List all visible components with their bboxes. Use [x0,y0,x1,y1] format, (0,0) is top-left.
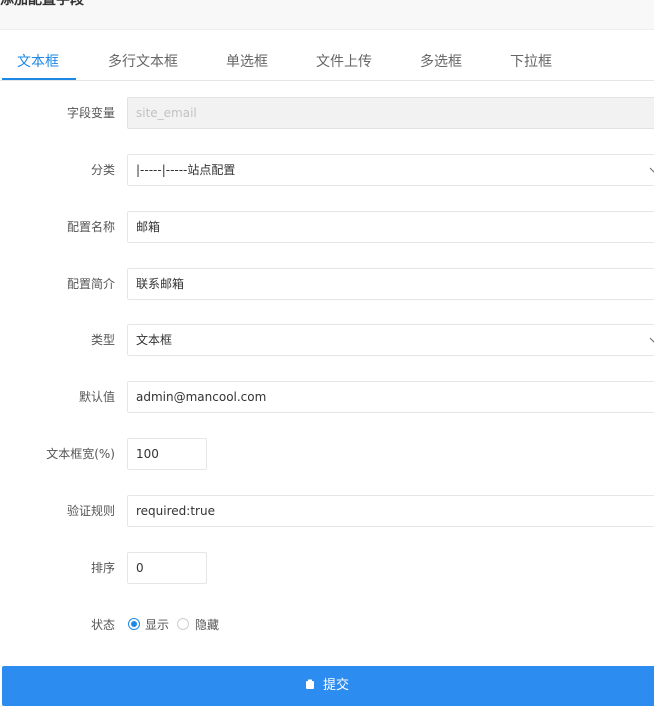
status-hide-label[interactable]: 隐藏 [195,609,219,641]
tab-file-upload[interactable]: 文件上传 [316,53,372,80]
chevron-down-icon [649,167,654,173]
config-intro-label: 配置简介 [66,277,115,291]
form-row-intro: 配置简介 联系邮箱 [0,268,654,300]
tab-bar: 文本框 多行文本框 单选框 文件上传 多选框 下拉框 [0,42,654,81]
category-select[interactable]: |-----|-----站点配置 [127,154,654,186]
status-label: 状态 [90,618,115,632]
width-label: 文本框宽(%) [46,447,115,461]
form-row-status: 状态 显示 隐藏 [0,609,654,641]
variable-input: site_email [127,97,654,129]
category-label: 分类 [90,163,115,177]
status-show-radio[interactable] [128,618,140,630]
default-value-input[interactable]: admin@mancool.com [127,381,654,413]
chevron-down-icon [649,337,654,343]
form-row-category: 分类 |-----|-----站点配置 [0,154,654,186]
sort-label: 排序 [90,561,115,575]
save-icon [305,679,314,689]
tab-checkbox[interactable]: 多选框 [420,53,462,80]
tab-text-input[interactable]: 文本框 [17,53,59,80]
type-label: 类型 [90,333,115,347]
form-row-width: 文本框宽(%) 100 [0,438,654,470]
submit-label: 提交 [322,678,349,693]
validation-rule-label: 验证规则 [66,504,115,518]
tab-textarea[interactable]: 多行文本框 [108,53,178,80]
tab-dropdown[interactable]: 下拉框 [510,53,552,80]
width-input[interactable]: 100 [127,438,207,470]
form-row-variable: 字段变量 site_email [0,97,654,129]
config-intro-input[interactable]: 联系邮箱 [127,268,654,300]
default-value-label: 默认值 [78,390,115,404]
status-hide-radio[interactable] [177,618,189,630]
form-row-sort: 排序 0 [0,552,654,584]
validation-rule-input[interactable]: required:true [127,495,654,527]
tab-radio[interactable]: 单选框 [226,53,268,80]
form-row-rule: 验证规则 required:true [0,495,654,527]
form-row-name: 配置名称 邮箱 [0,211,654,243]
config-name-label: 配置名称 [66,220,115,234]
status-show-label[interactable]: 显示 [145,609,169,641]
submit-button[interactable]: 提交 [2,666,654,706]
modal-header: 添加配置字段 [0,0,654,30]
active-tab-indicator [2,78,76,80]
modal-title: 添加配置字段 [0,0,84,8]
variable-label: 字段变量 [66,106,115,120]
sort-input[interactable]: 0 [127,552,207,584]
form-row-type: 类型 文本框 [0,324,654,356]
form-row-default: 默认值 admin@mancool.com [0,381,654,413]
config-name-input[interactable]: 邮箱 [127,211,654,243]
type-select[interactable]: 文本框 [127,324,654,356]
